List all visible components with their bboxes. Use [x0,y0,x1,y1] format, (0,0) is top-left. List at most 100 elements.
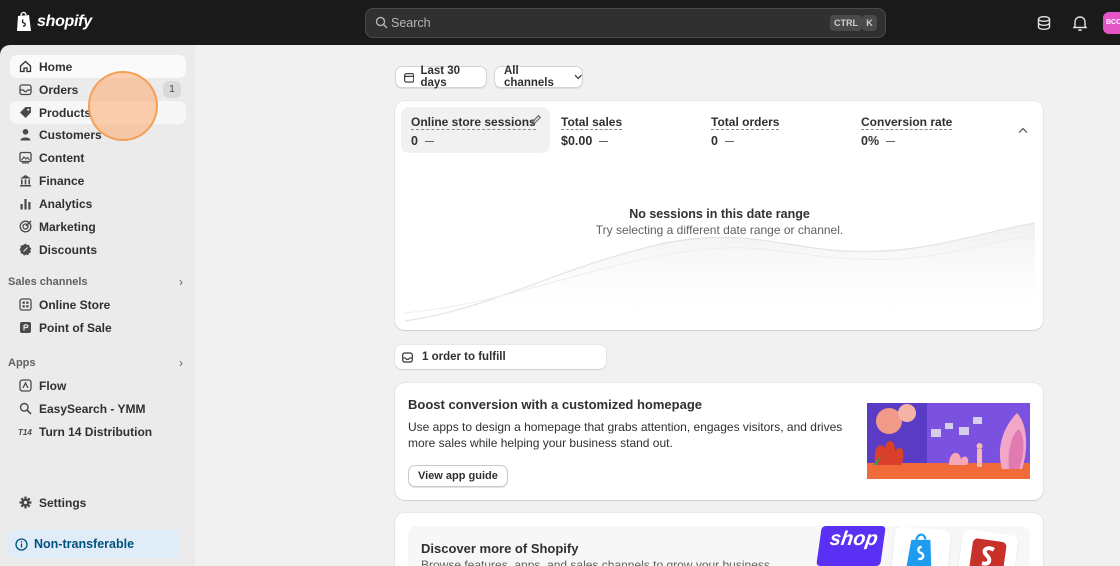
shop-logo-text: shop [828,528,880,550]
flow-icon [18,379,32,393]
search-placeholder: Search [391,16,431,30]
top-bar: shopify Search CTRL K BCC [0,0,1120,45]
sidebar-item-analytics[interactable]: Analytics [10,192,186,215]
inbox-icon [402,351,413,363]
non-transferable-label: Non-transferable [34,537,135,551]
boost-card-title: Boost conversion with a customized homep… [408,397,702,412]
shortcut-ctrl-key: CTRL [830,15,862,31]
sidebar-item-flow[interactable]: Flow [10,374,186,397]
target-icon [18,220,32,234]
tag-icon [18,106,32,120]
svg-text:T14: T14 [18,428,32,437]
apps-label: Apps [8,357,36,369]
search-bar[interactable]: Search CTRL K [365,8,886,38]
click-indicator [88,71,158,141]
red-app-card [956,528,1020,566]
sidebar-item-marketing[interactable]: Marketing [10,215,186,238]
boost-conversion-card: Boost conversion with a customized homep… [395,383,1043,500]
metric-value: 0 [411,134,434,148]
shortcut-k-key: K [862,15,877,31]
home-icon [18,60,32,74]
orders-count-badge: 1 [163,81,181,98]
person-icon [18,128,32,142]
boost-card-body: Use apps to design a homepage that grabs… [408,420,843,450]
sidebar-item-home[interactable]: Home [10,55,186,78]
search-icon [375,16,388,29]
shopify-wordmark: shopify [37,12,92,30]
pencil-icon[interactable] [530,114,542,126]
info-icon [15,537,28,551]
empty-state-title: No sessions in this date range [629,207,810,221]
sidebar-item-easysearch[interactable]: EasySearch - YMM [10,397,186,420]
metric-title: Online store sessions [411,115,536,130]
bell-icon[interactable] [1071,14,1089,32]
sidebar-item-label: Turn 14 Distribution [39,424,153,439]
bank-icon [18,174,32,188]
sidebar-item-point-of-sale[interactable]: Point of Sale [10,316,186,339]
gear-icon [18,496,32,510]
shopify-logo[interactable]: shopify [16,11,92,32]
sidebar-item-label: Orders [39,82,79,97]
sidebar-item-label: Products [39,105,92,120]
sidebar-item-label: Home [39,59,73,74]
sidebar-item-label: Point of Sale [39,320,112,335]
sidebar-item-label: EasySearch - YMM [39,401,146,416]
t14-icon: T14 [18,425,32,439]
sidebar-item-discounts[interactable]: Discounts [10,238,186,261]
chevron-down-icon [574,74,582,80]
main-content: Last 30 days All channels Online store s… [195,45,1120,566]
shop-app-logo: shop [816,526,886,566]
sales-channels-header[interactable]: Sales channels › [8,272,186,292]
metric-total-sales[interactable]: Total sales $0.00 [551,107,696,153]
discover-card: Discover more of Shopify Browse features… [395,513,1043,566]
channels-dropdown[interactable]: All channels [494,65,583,89]
sales-channels-label: Sales channels [8,276,88,288]
channels-label: All channels [504,65,554,89]
shopify-bag-card [890,526,952,566]
order-to-fulfill-button[interactable]: 1 order to fulfill [395,345,606,369]
sidebar-item-label: Content [39,150,85,165]
metric-title: Conversion rate [861,115,953,130]
discount-icon [18,243,32,257]
calendar-icon [404,72,415,83]
empty-state-subtitle: Try selecting a different date range or … [595,223,844,237]
shopify-bag-icon [906,533,932,566]
metric-conversion-rate[interactable]: Conversion rate 0% [851,107,996,153]
sidebar-item-online-store[interactable]: Online Store [10,293,186,316]
order-to-fulfill-label: 1 order to fulfill [422,351,506,363]
sidebar-item-label: Customers [39,127,102,142]
metric-total-orders[interactable]: Total orders 0 [701,107,846,153]
image-icon [18,151,32,165]
metric-value: 0 [711,134,734,148]
sidebar-item-content[interactable]: Content [10,146,186,169]
sidebar-item-label: Online Store [39,297,111,312]
search-icon [18,402,32,416]
non-transferable-banner[interactable]: Non-transferable [7,530,180,558]
sidebar-item-turn14[interactable]: T14 Turn 14 Distribution [10,420,186,443]
discover-card-title: Discover more of Shopify [421,541,579,556]
date-range-button[interactable]: Last 30 days [395,65,487,89]
sidebar-item-settings[interactable]: Settings [10,491,186,514]
sidebar-item-label: Flow [39,378,67,393]
apps-header[interactable]: Apps › [8,353,186,373]
analytics-card: Online store sessions 0 Total sales $0.0… [395,101,1043,330]
red-app-icon [969,538,1007,566]
sidebar-item-label: Settings [39,495,87,510]
shopify-bag-icon [17,11,31,31]
sidebar-item-label: Discounts [39,242,98,257]
avatar[interactable]: BCC [1103,12,1120,34]
store-icon[interactable] [1035,14,1053,32]
sidebar-item-finance[interactable]: Finance [10,169,186,192]
sidebar-item-label: Marketing [39,219,96,234]
pos-icon [18,321,32,335]
metric-online-store-sessions[interactable]: Online store sessions 0 [401,107,550,153]
bar-chart-icon [18,197,32,211]
chevron-up-icon[interactable] [1018,127,1028,134]
homepage-illustration [867,403,1030,479]
view-app-guide-button[interactable]: View app guide [408,465,508,487]
sidebar-item-label: Analytics [39,196,93,211]
chevron-right-icon[interactable]: › [179,356,183,370]
date-range-label: Last 30 days [420,65,461,89]
chevron-right-icon[interactable]: › [179,275,183,289]
discover-inner: Discover more of Shopify Browse features… [408,526,1030,566]
